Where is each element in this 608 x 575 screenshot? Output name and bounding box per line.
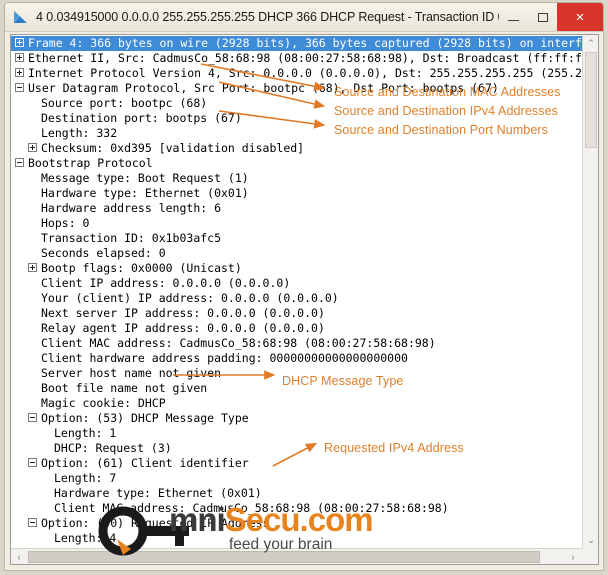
expand-icon[interactable] — [15, 68, 24, 77]
packet-tree-row[interactable]: Client MAC address: CadmusCo_58:68:98 (0… — [11, 336, 582, 351]
packet-tree-row[interactable]: Frame 4: 366 bytes on wire (2928 bits), … — [11, 36, 582, 51]
packet-tree-row[interactable]: Length: 4 — [11, 531, 582, 546]
vertical-scrollbar[interactable]: ⌃ ⌄ — [582, 35, 598, 548]
packet-tree-row-label: Source port: bootpc (68) — [41, 96, 208, 110]
expand-icon[interactable] — [15, 53, 24, 62]
packet-tree-row[interactable]: Client IP address: 0.0.0.0 (0.0.0.0) — [11, 276, 582, 291]
horizontal-scrollbar[interactable]: ‹ › — [11, 548, 598, 564]
packet-tree-row-label: Hardware type: Ethernet (0x01) — [41, 186, 249, 200]
collapse-icon[interactable] — [15, 83, 24, 92]
packet-tree-row[interactable]: Option: (50) Requested IP Address — [11, 516, 582, 531]
packet-tree-row-label: Client hardware address padding: 0000000… — [41, 351, 408, 365]
packet-tree-row[interactable]: Length: 1 — [11, 426, 582, 441]
packet-tree-row[interactable]: Transaction ID: 0x1b03afc5 — [11, 231, 582, 246]
packet-tree-row[interactable]: Hardware address length: 6 — [11, 201, 582, 216]
packet-tree-row-label: DHCP: Request (3) — [54, 441, 172, 455]
window-controls: × — [499, 3, 603, 31]
maximize-button[interactable] — [528, 3, 557, 31]
packet-tree-row[interactable]: Internet Protocol Version 4, Src: 0.0.0.… — [11, 66, 582, 81]
packet-tree-row-label: Server host name not given — [41, 366, 222, 380]
scroll-left-icon[interactable]: ‹ — [11, 549, 27, 564]
packet-tree-row-label: Destination port: bootps (67) — [41, 111, 242, 125]
window-title: 4 0.034915000 0.0.0.0 255.255.255.255 DH… — [36, 10, 499, 24]
collapse-icon[interactable] — [28, 458, 37, 467]
packet-tree-row[interactable]: Option: (53) DHCP Message Type — [11, 411, 582, 426]
packet-tree-row-label: Frame 4: 366 bytes on wire (2928 bits), … — [28, 36, 582, 50]
packet-tree-row-label: Transaction ID: 0x1b03afc5 — [41, 231, 222, 245]
packet-tree-row-label: Bootp flags: 0x0000 (Unicast) — [41, 261, 242, 275]
scroll-up-icon[interactable]: ⌃ — [583, 35, 598, 51]
packet-tree-row-label: Length: 7 — [54, 471, 117, 485]
collapse-icon[interactable] — [15, 158, 24, 167]
packet-tree-row[interactable]: Magic cookie: DHCP — [11, 396, 582, 411]
packet-tree-row-label: Hardware type: Ethernet (0x01) — [54, 486, 262, 500]
vertical-scroll-thumb[interactable] — [585, 52, 597, 148]
packet-tree-row[interactable]: Option: (61) Client identifier — [11, 456, 582, 471]
packet-tree-row[interactable]: Bootp flags: 0x0000 (Unicast) — [11, 261, 582, 276]
wireshark-packet-detail-window: 4 0.034915000 0.0.0.0 255.255.255.255 DH… — [4, 2, 604, 571]
screenshot-root: 4 0.034915000 0.0.0.0 255.255.255.255 DH… — [0, 0, 608, 575]
scroll-right-icon[interactable]: › — [565, 549, 581, 564]
packet-tree-row-label: Length: 1 — [54, 426, 117, 440]
expand-icon[interactable] — [15, 38, 24, 47]
window-titlebar: 4 0.034915000 0.0.0.0 255.255.255.255 DH… — [5, 3, 603, 32]
packet-tree-row[interactable]: Message type: Boot Request (1) — [11, 171, 582, 186]
packet-tree-row-label: Bootstrap Protocol — [28, 156, 153, 170]
minimize-button[interactable] — [499, 3, 528, 31]
packet-tree-row[interactable]: Relay agent IP address: 0.0.0.0 (0.0.0.0… — [11, 321, 582, 336]
packet-tree-row[interactable]: Ethernet II, Src: CadmusCo_58:68:98 (08:… — [11, 51, 582, 66]
scroll-down-icon[interactable]: ⌄ — [583, 532, 598, 548]
annotation-ipv4-addresses: Source and Destination IPv4 Addresses — [334, 104, 558, 118]
packet-tree-row-label: Seconds elapsed: 0 — [41, 246, 166, 260]
packet-tree-row[interactable]: Length: 7 — [11, 471, 582, 486]
packet-tree-row-label: Next server IP address: 0.0.0.0 (0.0.0.0… — [41, 306, 325, 320]
packet-tree-row-label: Client IP address: 0.0.0.0 (0.0.0.0) — [41, 276, 291, 290]
packet-tree-row-label: Relay agent IP address: 0.0.0.0 (0.0.0.0… — [41, 321, 325, 335]
packet-tree-row[interactable]: Bootstrap Protocol — [11, 156, 582, 171]
packet-tree-row-label: Hops: 0 — [41, 216, 90, 230]
close-icon: × — [575, 8, 585, 26]
packet-tree-row-label: Hardware address length: 6 — [41, 201, 222, 215]
close-button[interactable]: × — [557, 3, 603, 31]
packet-tree-row[interactable]: Hardware type: Ethernet (0x01) — [11, 486, 582, 501]
packet-tree-row-label: Your (client) IP address: 0.0.0.0 (0.0.0… — [41, 291, 339, 305]
packet-tree-row[interactable]: Checksum: 0xd395 [validation disabled] — [11, 141, 582, 156]
packet-tree-row[interactable]: Hops: 0 — [11, 216, 582, 231]
packet-tree-row-label: Internet Protocol Version 4, Src: 0.0.0.… — [28, 66, 582, 80]
minimize-icon — [508, 20, 519, 21]
packet-tree-row-label: Ethernet II, Src: CadmusCo_58:68:98 (08:… — [28, 51, 582, 65]
expand-icon[interactable] — [28, 263, 37, 272]
annotation-port-numbers: Source and Destination Port Numbers — [334, 123, 549, 137]
annotation-requested-ip: Requested IPv4 Address — [324, 441, 464, 455]
packet-tree-row[interactable]: Next server IP address: 0.0.0.0 (0.0.0.0… — [11, 306, 582, 321]
annotation-mac-addresses: Source and Destination MAC Addresses — [334, 85, 561, 99]
packet-tree-row[interactable]: Your (client) IP address: 0.0.0.0 (0.0.0… — [11, 291, 582, 306]
packet-tree-row-label: Message type: Boot Request (1) — [41, 171, 249, 185]
packet-tree-row-label: Checksum: 0xd395 [validation disabled] — [41, 141, 305, 155]
packet-tree-row[interactable]: Client hardware address padding: 0000000… — [11, 351, 582, 366]
collapse-icon[interactable] — [28, 518, 37, 527]
expand-icon[interactable] — [28, 143, 37, 152]
horizontal-scroll-thumb[interactable] — [28, 551, 540, 563]
wireshark-icon — [14, 11, 27, 23]
packet-tree-row-label: Length: 4 — [54, 531, 117, 545]
packet-tree-row-label: Option: (50) Requested IP Address — [41, 516, 270, 530]
packet-tree-row[interactable]: Client MAC address: CadmusCo_58:68:98 (0… — [11, 501, 582, 516]
collapse-icon[interactable] — [28, 413, 37, 422]
packet-tree-row-label: Boot file name not given — [41, 381, 208, 395]
packet-tree-row[interactable]: Seconds elapsed: 0 — [11, 246, 582, 261]
packet-tree-row-label: Client MAC address: CadmusCo_58:68:98 (0… — [54, 501, 449, 515]
maximize-icon — [537, 12, 548, 22]
packet-tree-row-label: Option: (53) DHCP Message Type — [41, 411, 249, 425]
packet-tree-row-label: Length: 332 — [41, 126, 118, 140]
packet-tree-row-label: Magic cookie: DHCP — [41, 396, 166, 410]
packet-tree-row-label: Option: (61) Client identifier — [41, 456, 249, 470]
packet-tree-row-label: Client MAC address: CadmusCo_58:68:98 (0… — [41, 336, 436, 350]
annotation-dhcp-message-type: DHCP Message Type — [282, 374, 404, 388]
scrollbar-corner — [582, 548, 598, 564]
packet-tree-row[interactable]: DHCP: Request (3) — [11, 441, 582, 456]
packet-tree-row[interactable]: Hardware type: Ethernet (0x01) — [11, 186, 582, 201]
